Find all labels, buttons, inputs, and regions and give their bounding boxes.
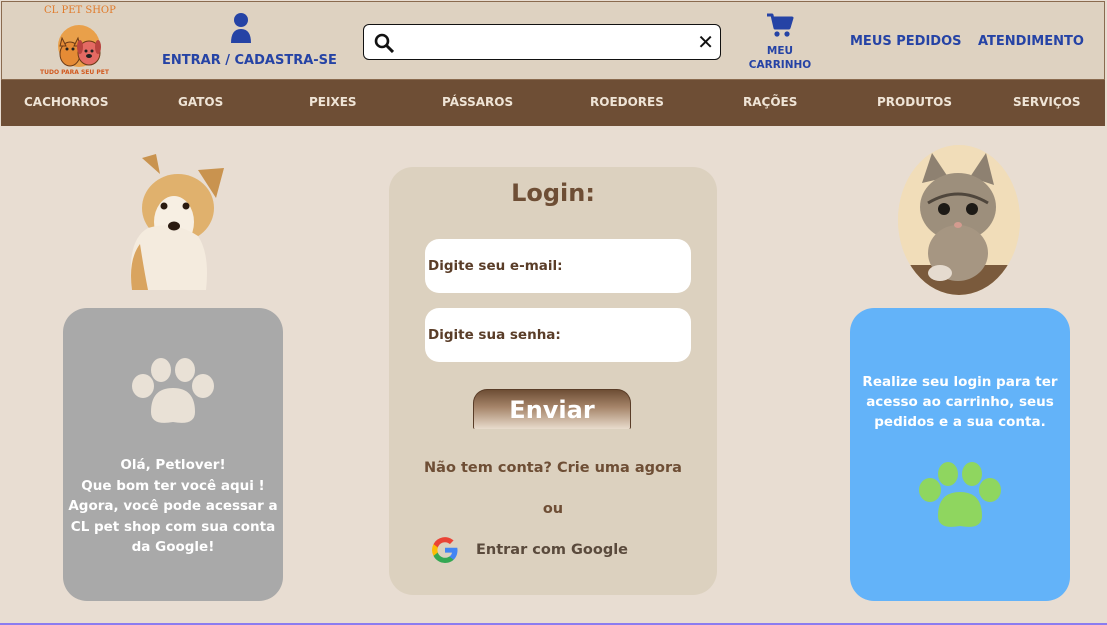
info-line: pedidos e a sua conta. [874,414,1046,430]
google-icon [432,537,458,563]
welcome-line: Olá, Petlover! [120,457,226,473]
search-icon[interactable] [374,33,394,53]
login-form: Login: Enviar Não tem conta? Crie uma ag… [389,167,717,595]
welcome-line: da Google! [131,539,215,555]
create-account-link[interactable]: Não tem conta? Crie uma agora [389,460,717,476]
nav-item-passaros[interactable]: PÁSSAROS [442,95,513,109]
nav-item-produtos[interactable]: PRODUTOS [877,95,952,109]
google-login-label: Entrar com Google [476,542,629,558]
welcome-line: Que bom ter você aqui ! [81,477,265,494]
welcome-message: Olá, Petlover! Que bom ter você aqui ! A… [63,455,283,558]
site-header: CL PET SHOP TUDO PARA SEU PET ENTRAR / C… [1,1,1105,80]
info-message: Realize seu login para ter acesso ao car… [860,372,1060,432]
nav-item-peixes[interactable]: PEIXES [309,95,357,109]
cart-label-line1: MEU [766,45,794,57]
category-nav: CACHORROS GATOS PEIXES PÁSSAROS ROEDORES… [1,80,1105,126]
my-orders-link[interactable]: MEUS PEDIDOS [850,34,962,49]
nav-item-roedores[interactable]: ROEDORES [590,95,664,109]
cart-link[interactable]: MEU CARRINHO [744,12,816,72]
support-link[interactable]: ATENDIMENTO [978,34,1084,49]
cat-image [898,145,1020,295]
user-icon [231,13,251,43]
login-signup-label: ENTRAR / CADASTRA-SE [162,53,337,68]
nav-item-cachorros[interactable]: CACHORROS [24,95,108,109]
nav-item-gatos[interactable]: GATOS [178,95,223,109]
logo[interactable]: CL PET SHOP TUDO PARA SEU PET [38,4,118,79]
nav-item-servicos[interactable]: SERVIÇOS [1013,95,1080,109]
login-title: Login: [511,179,595,207]
info-line: Realize seu login para ter [862,374,1058,390]
welcome-card: Olá, Petlover! Que bom ter você aqui ! A… [63,308,283,601]
or-separator: ou [542,501,564,517]
search-bar: ✕ [363,24,721,60]
welcome-line: Agora, você pode acessar a [68,498,278,514]
dog-image [130,154,224,290]
info-card: Realize seu login para ter acesso ao car… [850,308,1070,601]
login-signup-link[interactable]: ENTRAR / CADASTRA-SE [162,10,337,74]
cart-icon [767,13,794,37]
paw-icon [132,358,214,423]
clear-search-icon[interactable]: ✕ [697,29,714,55]
nav-item-racoes[interactable]: RAÇÕES [743,95,797,109]
google-login-button[interactable]: Entrar com Google [429,534,679,568]
logo-title: CL PET SHOP [44,5,116,16]
search-input[interactable] [400,29,690,55]
paw-icon [919,462,1001,527]
welcome-line: CL pet shop com sua conta [70,518,276,535]
submit-button[interactable]: Enviar [473,389,631,429]
info-line: acesso ao carrinho, seus [866,394,1054,410]
pets-logo-icon [58,25,101,67]
cart-label-line2: CARRINHO [748,59,812,71]
email-field[interactable] [425,239,691,293]
logo-tagline: TUDO PARA SEU PET [40,69,109,76]
password-field[interactable] [425,308,691,362]
